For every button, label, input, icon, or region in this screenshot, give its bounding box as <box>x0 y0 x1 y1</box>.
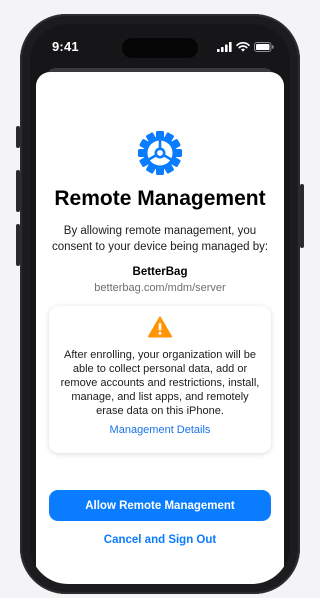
phone-frame: 9:41 Remote Management By allowing remot… <box>16 14 304 594</box>
remote-management-sheet: Remote Management By allowing remote man… <box>36 72 284 584</box>
screen: 9:41 Remote Management By allowing remot… <box>30 24 290 584</box>
allow-remote-management-button[interactable]: Allow Remote Management <box>49 490 271 521</box>
gear-icon <box>137 130 183 176</box>
organization-server-url: betterbag.com/mdm/server <box>94 282 226 294</box>
organization-name: BetterBag <box>132 266 188 278</box>
warning-card: After enrolling, your organization will … <box>49 306 271 453</box>
wifi-icon <box>236 42 250 52</box>
action-button <box>16 126 20 148</box>
cellular-signal-icon <box>217 42 232 52</box>
volume-down-button <box>16 224 20 266</box>
battery-icon <box>254 42 274 52</box>
warning-icon <box>148 316 172 338</box>
management-details-link[interactable]: Management Details <box>49 424 271 436</box>
warning-card-text: After enrolling, your organization will … <box>60 349 260 417</box>
side-button <box>300 184 304 248</box>
volume-up-button <box>16 170 20 212</box>
consent-intro-text: By allowing remote management, you conse… <box>51 225 269 253</box>
status-time: 9:41 <box>52 39 79 54</box>
dynamic-island <box>122 38 198 58</box>
page-title: Remote Management <box>54 187 266 210</box>
cancel-and-sign-out-button[interactable]: Cancel and Sign Out <box>36 534 284 546</box>
status-icons <box>217 42 274 52</box>
